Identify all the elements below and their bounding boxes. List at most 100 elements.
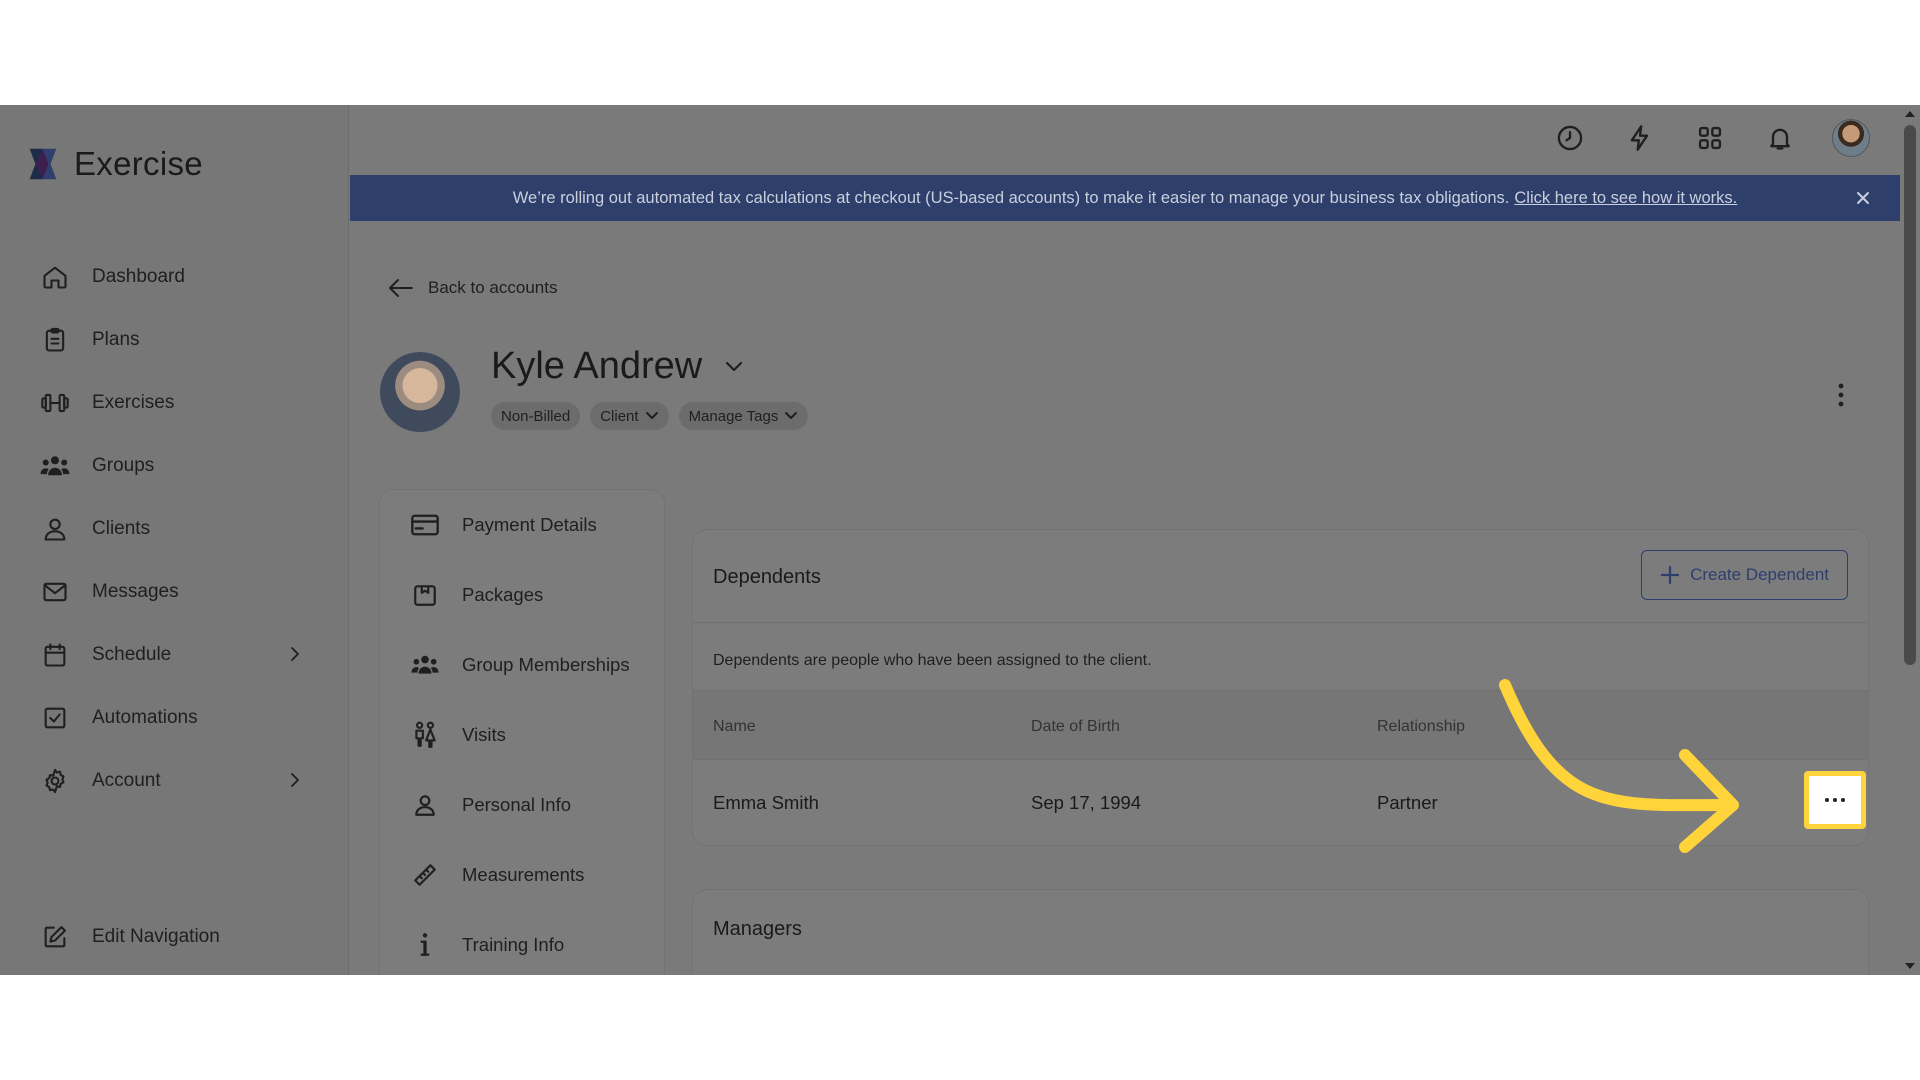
sidebar-item-messages[interactable]: Messages xyxy=(0,560,349,623)
scroll-thumb[interactable] xyxy=(1904,125,1916,665)
sidebar-item-label: Clients xyxy=(92,517,151,539)
visits-icon xyxy=(410,720,440,750)
bell-icon[interactable] xyxy=(1762,120,1798,156)
brand-name: Exercise xyxy=(74,145,203,182)
edit-navigation-button[interactable]: Edit Navigation xyxy=(0,905,349,968)
ellipsis-icon xyxy=(1825,798,1845,802)
column-header-relationship: Relationship xyxy=(1377,718,1466,735)
chevron-right-icon xyxy=(291,773,299,787)
sidebar-item-automations[interactable]: Automations xyxy=(0,686,349,749)
sidebar-item-label: Dashboard xyxy=(92,265,185,287)
clipboard-icon xyxy=(40,325,70,355)
sidebar-item-label: Schedule xyxy=(92,643,172,665)
subnav-payment-details[interactable]: Payment Details xyxy=(380,490,664,560)
tag-client-dropdown[interactable]: Client xyxy=(590,402,669,430)
subnav-label: Measurements xyxy=(462,864,585,885)
group-icon xyxy=(410,650,440,680)
dumbbell-icon xyxy=(40,388,70,418)
column-header-name: Name xyxy=(713,718,756,735)
sidebar-item-groups[interactable]: Groups xyxy=(0,434,349,497)
sidebar-item-label: Plans xyxy=(92,328,140,350)
sidebar-item-label: Automations xyxy=(92,706,198,728)
clock-icon[interactable] xyxy=(1552,120,1588,156)
subnav-label: Visits xyxy=(462,724,506,745)
subnav-group-memberships[interactable]: Group Memberships xyxy=(380,630,664,700)
subnav-label: Payment Details xyxy=(462,514,597,535)
create-dependent-label: Create Dependent xyxy=(1690,565,1829,584)
lightning-icon[interactable] xyxy=(1622,120,1658,156)
dependent-name: Emma Smith xyxy=(713,792,819,813)
managers-card: Managers xyxy=(693,890,1868,975)
sidebar-item-exercises[interactable]: Exercises xyxy=(0,371,349,434)
chevron-down-icon xyxy=(645,412,658,419)
sidebar-item-account[interactable]: Account xyxy=(0,749,349,812)
sidebar-item-label: Account xyxy=(92,769,161,791)
person-icon xyxy=(410,790,440,820)
sidebar-item-label: Exercises xyxy=(92,391,175,413)
client-name-dropdown[interactable]: Kyle Andrew xyxy=(491,345,744,388)
close-icon[interactable] xyxy=(1852,187,1874,209)
more-options-icon[interactable] xyxy=(1836,380,1846,410)
dependents-card: Dependents Create Dependent Dependents a… xyxy=(693,530,1868,845)
app-window: Exercise Dashboard Plans Exercises Group… xyxy=(0,105,1920,975)
divider xyxy=(693,622,1868,623)
info-icon xyxy=(410,930,440,960)
chevron-right-icon xyxy=(291,647,299,661)
tag-non-billed[interactable]: Non-Billed xyxy=(491,402,581,430)
brand[interactable]: Exercise xyxy=(24,145,203,183)
gear-icon xyxy=(40,766,70,796)
dependents-description: Dependents are people who have been assi… xyxy=(713,652,1152,669)
subnav-training-info[interactable]: Training Info xyxy=(380,910,664,975)
table-header: Name Date of Birth Relationship xyxy=(693,690,1868,760)
sidebar-item-clients[interactable]: Clients xyxy=(0,497,349,560)
subnav-label: Training Info xyxy=(462,934,565,955)
dependent-dob: Sep 17, 1994 xyxy=(1031,792,1142,813)
scroll-down-icon[interactable] xyxy=(1905,963,1915,969)
scrollbar[interactable] xyxy=(1900,105,1920,975)
chevron-down-icon xyxy=(726,361,743,371)
banner-link[interactable]: Click here to see how it works. xyxy=(1514,189,1737,208)
mail-icon xyxy=(40,577,70,607)
announcement-banner: We’re rolling out automated tax calculat… xyxy=(350,175,1900,221)
sidebar-item-dashboard[interactable]: Dashboard xyxy=(0,245,349,308)
chevron-down-icon xyxy=(785,412,798,419)
client-avatar xyxy=(380,352,460,432)
subnav-label: Group Memberships xyxy=(462,654,630,675)
home-icon xyxy=(40,262,70,292)
subnav-packages[interactable]: Packages xyxy=(380,560,664,630)
subnav-personal-info[interactable]: Personal Info xyxy=(380,770,664,840)
sidebar-item-label: Groups xyxy=(92,454,155,476)
subnav-label: Personal Info xyxy=(462,794,572,815)
tag-label: Manage Tags xyxy=(688,407,779,425)
table-row: Emma Smith Sep 17, 1994 Partner xyxy=(693,760,1868,845)
checkbox-icon xyxy=(40,703,70,733)
avatar[interactable] xyxy=(1832,119,1870,157)
edit-icon xyxy=(40,922,70,952)
user-icon xyxy=(40,514,70,544)
scroll-up-icon[interactable] xyxy=(1905,111,1915,117)
users-icon xyxy=(40,451,70,481)
subnav-visits[interactable]: Visits xyxy=(380,700,664,770)
brand-logo-icon xyxy=(29,148,57,180)
client-name: Kyle Andrew xyxy=(491,345,703,387)
sidebar-item-plans[interactable]: Plans xyxy=(0,308,349,371)
column-header-dob: Date of Birth xyxy=(1031,718,1120,735)
apps-grid-icon[interactable] xyxy=(1692,120,1728,156)
dependent-relationship: Partner xyxy=(1377,792,1438,813)
row-more-options-button[interactable] xyxy=(1804,771,1866,829)
client-subnav: Payment Details Packages Group Membershi… xyxy=(380,490,664,975)
banner-text: We’re rolling out automated tax calculat… xyxy=(512,188,1510,207)
back-to-accounts-link[interactable]: Back to accounts xyxy=(388,277,557,299)
credit-card-icon xyxy=(410,510,440,540)
sidebar-item-schedule[interactable]: Schedule xyxy=(0,623,349,686)
calendar-icon xyxy=(40,640,70,670)
edit-navigation-label: Edit Navigation xyxy=(92,925,220,947)
create-dependent-button[interactable]: Create Dependent xyxy=(1641,550,1848,600)
tag-label: Client xyxy=(600,407,639,425)
sidebar: Exercise Dashboard Plans Exercises Group… xyxy=(0,105,349,975)
managers-title: Managers xyxy=(713,918,802,940)
package-icon xyxy=(410,580,440,610)
manage-tags-dropdown[interactable]: Manage Tags xyxy=(678,402,809,430)
subnav-measurements[interactable]: Measurements xyxy=(380,840,664,910)
sidebar-nav: Dashboard Plans Exercises Groups Clients… xyxy=(0,245,349,812)
